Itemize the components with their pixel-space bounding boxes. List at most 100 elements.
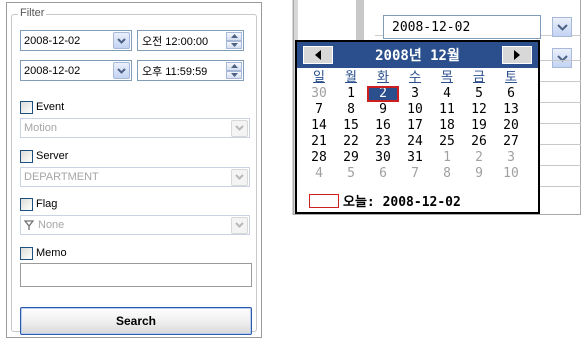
calendar-day[interactable]: 30 [367,150,399,166]
spin-up-icon[interactable] [226,32,242,41]
event-select[interactable]: Motion [20,118,250,138]
calendar-day[interactable]: 21 [303,134,335,150]
weekday-label: 토 [505,70,517,85]
chevron-down-icon[interactable] [231,168,248,186]
end-time-spinner[interactable] [226,62,242,79]
calendar-day[interactable]: 23 [367,134,399,150]
memo-checkbox[interactable] [20,246,33,260]
calendar-day[interactable]: 5 [463,86,495,102]
calendar-day[interactable]: 15 [335,118,367,134]
end-date-field[interactable]: 2008-12-02 [20,60,132,81]
chevron-down-icon[interactable] [552,17,572,37]
calendar-day[interactable]: 8 [431,166,463,182]
filter-panel: Filter 2008-12-02 오전 12:00:00 2008-12-02 [6,2,262,338]
calendar-day[interactable]: 17 [399,118,431,134]
flag-select[interactable]: None [20,215,250,235]
filter-group: Filter 2008-12-02 오전 12:00:00 2008-12-02 [11,7,257,335]
end-row: 2008-12-02 오후 11:59:59 [20,60,244,81]
calendar-grid: 일 월 화 수 목 금 토 30 1 2 3 4 5 6 7 8 9 10 11 12 13 14 15 16 1… [297,68,538,182]
spin-down-icon[interactable] [226,70,242,79]
calendar-day[interactable]: 6 [495,86,527,102]
chevron-down-icon[interactable] [113,32,130,49]
calendar-week-row: 7 8 9 10 11 12 13 [303,102,532,118]
start-date-value: 2008-12-02 [24,34,81,47]
chevron-down-icon[interactable] [113,62,130,79]
calendar-week-row: 21 22 23 24 25 26 27 [303,134,532,150]
calendar-week-row: 4 5 6 7 8 9 10 [303,166,532,182]
background-grid-lines [537,40,581,210]
memo-input[interactable] [20,263,252,287]
chevron-down-icon[interactable] [231,119,248,137]
calendar-week-row: 30 1 2 3 4 5 6 [303,86,532,102]
server-select[interactable]: DEPARTMENT [20,167,250,187]
calendar-day[interactable]: 1 [431,150,463,166]
filter-title: Filter [18,7,47,19]
calendar-day[interactable]: 7 [399,166,431,182]
calendar-day[interactable]: 2 [367,86,399,102]
calendar-day[interactable]: 6 [367,166,399,182]
weekday-label: 월 [345,70,357,85]
calendar-day[interactable]: 7 [303,102,335,118]
calendar-day[interactable]: 19 [463,118,495,134]
spin-up-icon[interactable] [226,62,242,71]
server-select-value: DEPARTMENT [24,171,99,183]
calendar-day[interactable]: 27 [495,134,527,150]
calendar-day[interactable]: 30 [303,86,335,102]
today-label[interactable]: 오늘: 2008-12-02 [343,191,461,210]
date-picker-field[interactable]: 2008-12-02 [383,15,541,39]
server-check-row[interactable]: Server [20,149,68,163]
calendar-day[interactable]: 5 [335,166,367,182]
prev-month-button[interactable] [303,46,333,64]
calendar-day[interactable]: 14 [303,118,335,134]
calendar-day[interactable]: 3 [495,150,527,166]
search-button[interactable]: Search [20,307,252,335]
flag-label: Flag [36,198,58,210]
calendar-day[interactable]: 26 [463,134,495,150]
calendar-day[interactable]: 9 [367,102,399,118]
flag-checkbox[interactable] [20,197,33,211]
memo-label: Memo [36,247,67,259]
calendar-day[interactable]: 8 [335,102,367,118]
flag-select-display: None [24,219,64,231]
start-date-field[interactable]: 2008-12-02 [20,30,132,51]
calendar-day[interactable]: 28 [303,150,335,166]
end-time-field[interactable]: 오후 11:59:59 [137,60,244,81]
spin-down-icon[interactable] [226,40,242,49]
calendar-day[interactable]: 29 [335,150,367,166]
calendar-day[interactable]: 16 [367,118,399,134]
calendar-week-row: 28 29 30 31 1 2 3 [303,150,532,166]
calendar-day[interactable]: 1 [335,86,367,102]
calendar-day[interactable]: 22 [335,134,367,150]
calendar-day[interactable]: 10 [495,166,527,182]
calendar-popup: 2008년 12월 일 월 화 수 목 금 토 30 1 2 3 4 5 6 7 8 9 10 11 1… [295,40,540,214]
calendar-day[interactable]: 20 [495,118,527,134]
flag-check-row[interactable]: Flag [20,197,57,211]
calendar-day[interactable]: 12 [463,102,495,118]
server-checkbox[interactable] [20,149,33,163]
calendar-day[interactable]: 4 [303,166,335,182]
calendar-day[interactable]: 18 [431,118,463,134]
calendar-day[interactable]: 3 [399,86,431,102]
today-row[interactable]: 오늘: 2008-12-02 [309,191,461,210]
calendar-day[interactable]: 31 [399,150,431,166]
calendar-day[interactable]: 13 [495,102,527,118]
event-checkbox[interactable] [20,100,33,114]
calendar-day[interactable]: 2 [463,150,495,166]
calendar-day[interactable]: 4 [431,86,463,102]
calendar-day[interactable]: 24 [399,134,431,150]
chevron-down-icon[interactable] [231,216,248,234]
start-time-field[interactable]: 오전 12:00:00 [137,30,244,51]
calendar-month-title: 2008년 12월 [375,48,460,64]
weekday-label: 화 [377,70,389,85]
calendar-day[interactable]: 11 [431,102,463,118]
calendar-day[interactable]: 10 [399,102,431,118]
start-time-spinner[interactable] [226,32,242,49]
event-check-row[interactable]: Event [20,100,64,114]
calendar-header: 2008년 12월 [297,42,538,68]
next-month-button[interactable] [501,46,532,64]
calendar-day[interactable]: 25 [431,134,463,150]
arrow-right-icon [513,50,520,60]
start-row: 2008-12-02 오전 12:00:00 [20,30,244,51]
calendar-day[interactable]: 9 [463,166,495,182]
memo-check-row[interactable]: Memo [20,246,67,260]
